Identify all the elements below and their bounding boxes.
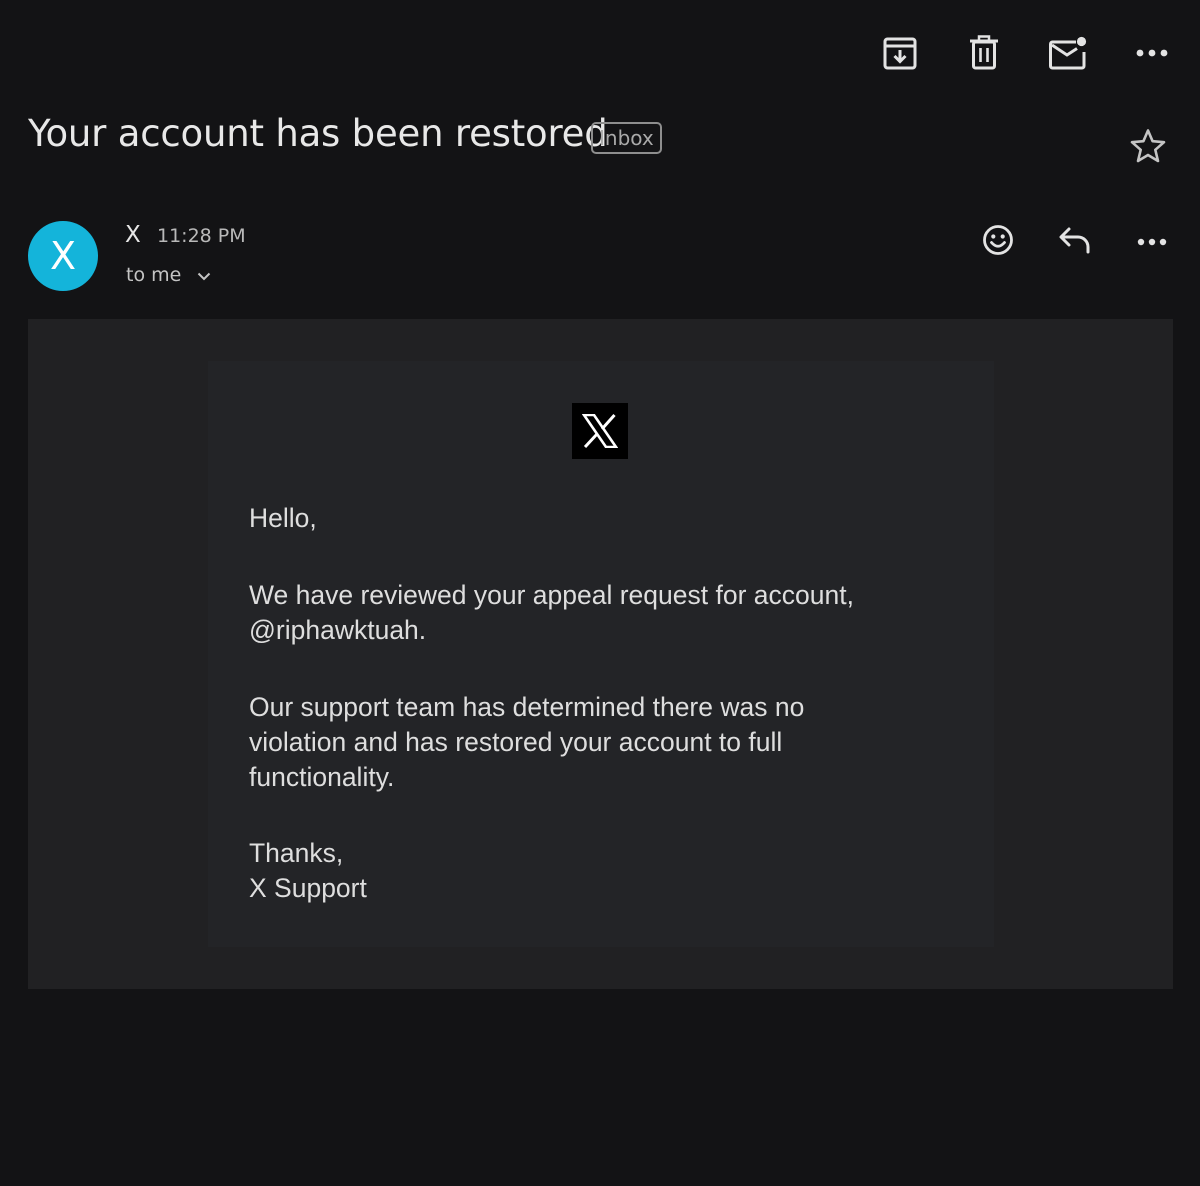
star-button[interactable] [1124, 124, 1172, 172]
more-icon [1137, 233, 1167, 251]
paragraph-decision: Our support team has determined there wa… [249, 690, 949, 795]
account-handle: @riphawktuah. [249, 615, 427, 645]
more-icon [1136, 49, 1168, 57]
archive-button[interactable] [870, 23, 930, 83]
signoff-block: Thanks, X Support [249, 836, 949, 906]
inbox-label-badge[interactable]: Inbox [591, 122, 662, 154]
mark-unread-button[interactable] [1038, 23, 1098, 83]
chevron-down-icon [197, 264, 211, 286]
add-reaction-button[interactable] [971, 215, 1025, 269]
email-view: Your account has been restored Inbox X X… [0, 0, 1200, 1186]
paragraph-line: violation and has restored your account … [249, 727, 783, 757]
more-options-button[interactable] [1122, 23, 1182, 83]
reply-icon [1058, 226, 1092, 259]
delete-icon [968, 35, 1000, 71]
paragraph-appeal: We have reviewed your appeal request for… [249, 578, 949, 648]
paragraph-line: We have reviewed your appeal request for… [249, 580, 854, 610]
signature-line: X Support [249, 873, 367, 903]
archive-icon [882, 35, 918, 71]
sender-name[interactable]: X [125, 222, 141, 248]
signoff-line: Thanks, [249, 838, 344, 868]
mark-unread-icon [1048, 36, 1088, 70]
paragraph-line: functionality. [249, 762, 395, 792]
message-more-options-button[interactable] [1125, 215, 1179, 269]
recipient-details-toggle[interactable]: to me [126, 264, 211, 286]
delete-button[interactable] [954, 23, 1014, 83]
greeting-text: Hello, [249, 501, 949, 536]
email-subject: Your account has been restored [28, 112, 608, 155]
recipient-label: to me [126, 264, 182, 286]
greeting-line: Hello, [249, 503, 317, 533]
paragraph-line: Our support team has determined there wa… [249, 692, 805, 722]
sent-time: 11:28 PM [157, 225, 246, 247]
reply-button[interactable] [1048, 215, 1102, 269]
star-icon [1129, 128, 1167, 169]
sender-avatar[interactable]: X [28, 221, 98, 291]
emoji-icon [982, 224, 1014, 261]
x-logo [572, 403, 628, 459]
